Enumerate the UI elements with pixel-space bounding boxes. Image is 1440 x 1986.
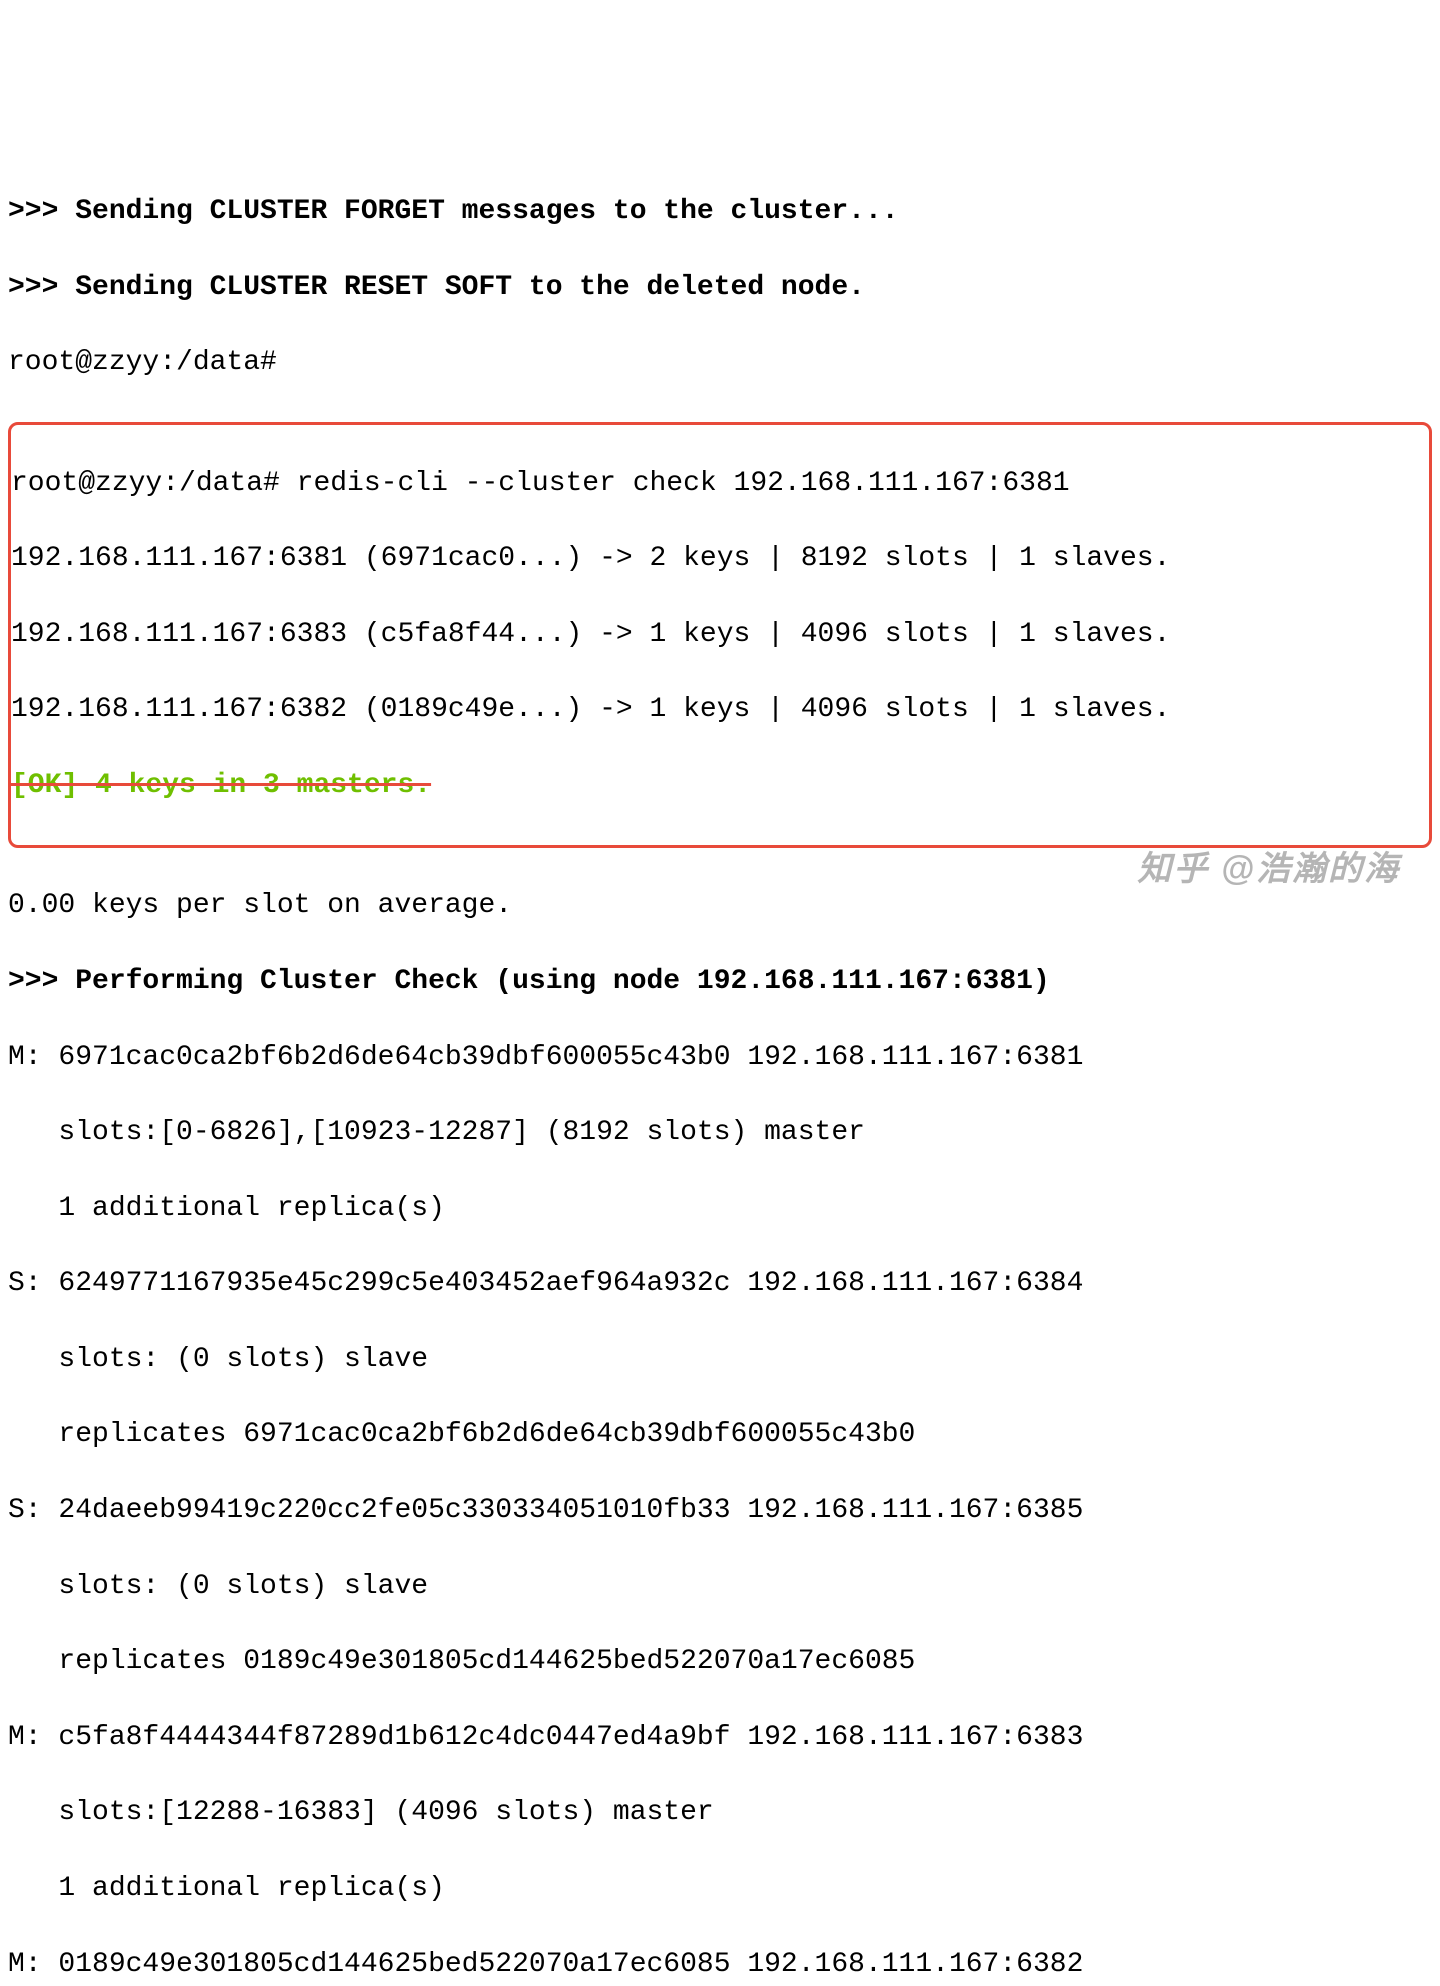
node-summary-3: 192.168.111.167:6382 (0189c49e...) -> 1 … [11,691,1429,729]
watermark: 知乎 @浩瀚的海 [1137,847,1400,893]
slave-2-id: S: 24daeeb99419c220cc2fe05c330334051010f… [8,1492,1432,1530]
slave-2-slots: slots: (0 slots) slave [8,1568,1432,1606]
master-2-id: M: c5fa8f4444344f87289d1b612c4dc0447ed4a… [8,1719,1432,1757]
node-summary-2: 192.168.111.167:6383 (c5fa8f44...) -> 1 … [11,616,1429,654]
master-2-slots: slots:[12288-16383] (4096 slots) master [8,1794,1432,1832]
terminal-output: >>> Sending CLUSTER FORGET messages to t… [8,155,1432,1986]
master-1-replicas: 1 additional replica(s) [8,1190,1432,1228]
master-1-id: M: 6971cac0ca2bf6b2d6de64cb39dbf600055c4… [8,1039,1432,1077]
highlighted-region: root@zzyy:/data# redis-cli --cluster che… [8,422,1432,848]
cluster-forget-line: >>> Sending CLUSTER FORGET messages to t… [8,193,1432,231]
master-3-id: M: 0189c49e301805cd144625bed522070a17ec6… [8,1946,1432,1984]
master-2-replicas: 1 additional replica(s) [8,1870,1432,1908]
slave-1-slots: slots: (0 slots) slave [8,1341,1432,1379]
cluster-reset-line: >>> Sending CLUSTER RESET SOFT to the de… [8,269,1432,307]
command-line: root@zzyy:/data# redis-cli --cluster che… [11,465,1429,503]
cluster-check-header: >>> Performing Cluster Check (using node… [8,963,1432,1001]
slave-1-id: S: 6249771167935e45c299c5e403452aef964a9… [8,1265,1432,1303]
master-1-slots: slots:[0-6826],[10923-12287] (8192 slots… [8,1114,1432,1152]
slave-1-replicates: replicates 6971cac0ca2bf6b2d6de64cb39dbf… [8,1416,1432,1454]
ok-status-line: [OK] 4 keys in 3 masters. [11,767,1429,805]
node-summary-1: 192.168.111.167:6381 (6971cac0...) -> 2 … [11,540,1429,578]
prompt-line: root@zzyy:/data# [8,344,1432,382]
slave-2-replicates: replicates 0189c49e301805cd144625bed5220… [8,1643,1432,1681]
